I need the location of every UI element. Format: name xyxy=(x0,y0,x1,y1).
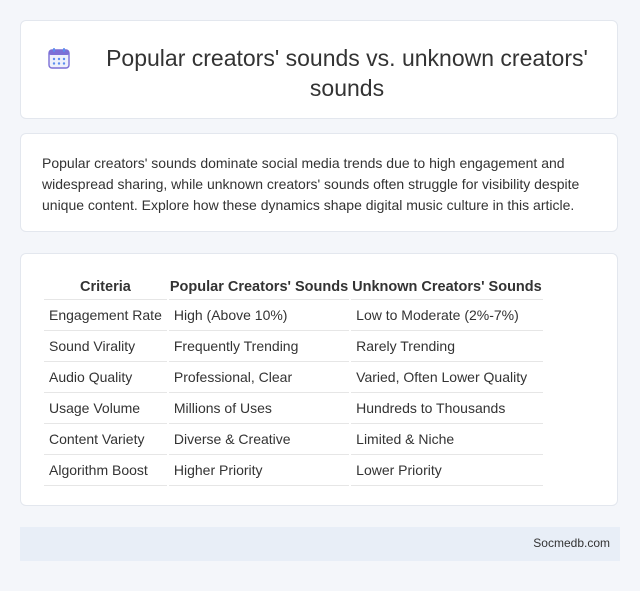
comparison-table: Criteria Popular Creators' Sounds Unknow… xyxy=(42,275,545,486)
unknown-cell: Varied, Often Lower Quality xyxy=(351,362,543,393)
criteria-cell: Audio Quality xyxy=(44,362,167,393)
table-row: Audio Quality Professional, Clear Varied… xyxy=(44,362,543,393)
column-header-criteria: Criteria xyxy=(44,275,167,300)
unknown-cell: Limited & Niche xyxy=(351,424,543,455)
table-row: Engagement Rate High (Above 10%) Low to … xyxy=(44,300,543,331)
criteria-cell: Sound Virality xyxy=(44,331,167,362)
popular-cell: High (Above 10%) xyxy=(168,300,350,331)
criteria-cell: Usage Volume xyxy=(44,393,167,424)
popular-cell: Professional, Clear xyxy=(168,362,350,393)
table-row: Algorithm Boost Higher Priority Lower Pr… xyxy=(44,455,543,486)
criteria-cell: Engagement Rate xyxy=(44,300,167,331)
table-row: Sound Virality Frequently Trending Rarel… xyxy=(44,331,543,362)
criteria-cell: Content Variety xyxy=(44,424,167,455)
footer-bar: Socmedb.com xyxy=(20,527,620,561)
table-row: Content Variety Diverse & Creative Limit… xyxy=(44,424,543,455)
popular-cell: Diverse & Creative xyxy=(168,424,350,455)
criteria-cell: Algorithm Boost xyxy=(44,455,167,486)
page-title: Popular creators' sounds vs. unknown cre… xyxy=(106,45,588,101)
intro-card: Popular creators' sounds dominate social… xyxy=(20,133,618,232)
popular-cell: Millions of Uses xyxy=(168,393,350,424)
popular-cell: Higher Priority xyxy=(168,455,350,486)
title-card: Popular creators' sounds vs. unknown cre… xyxy=(20,20,618,119)
calendar-icon xyxy=(48,48,70,69)
column-header-popular: Popular Creators' Sounds xyxy=(168,275,350,300)
column-header-unknown: Unknown Creators' Sounds xyxy=(351,275,543,300)
table-row: Usage Volume Millions of Uses Hundreds t… xyxy=(44,393,543,424)
unknown-cell: Hundreds to Thousands xyxy=(351,393,543,424)
footer-site-link[interactable]: Socmedb.com xyxy=(533,536,610,550)
unknown-cell: Low to Moderate (2%-7%) xyxy=(351,300,543,331)
popular-cell: Frequently Trending xyxy=(168,331,350,362)
intro-paragraph: Popular creators' sounds dominate social… xyxy=(42,155,580,213)
comparison-card: Criteria Popular Creators' Sounds Unknow… xyxy=(20,253,618,506)
table-header-row: Criteria Popular Creators' Sounds Unknow… xyxy=(44,275,543,300)
unknown-cell: Lower Priority xyxy=(351,455,543,486)
unknown-cell: Rarely Trending xyxy=(351,331,543,362)
